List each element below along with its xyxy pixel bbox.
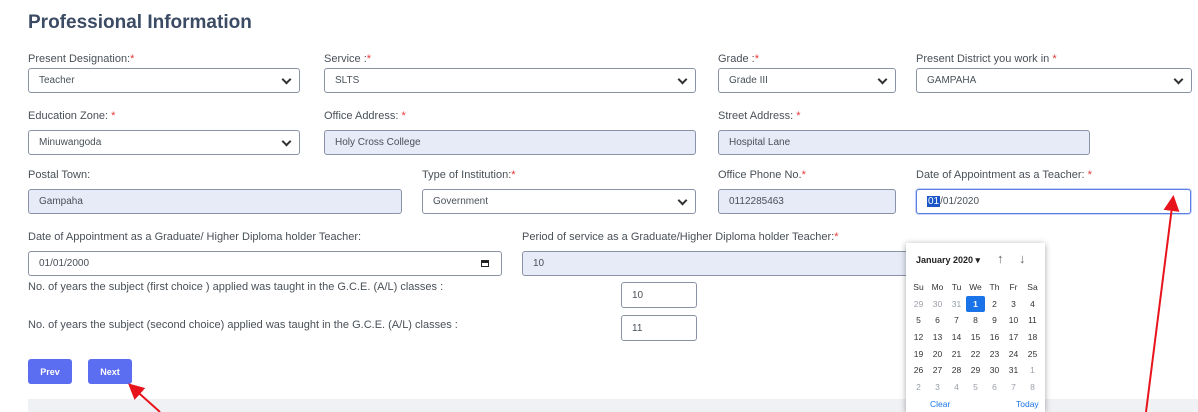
annotation-arrow-date	[1145, 195, 1180, 412]
annotation-arrows	[128, 195, 1180, 412]
annotation-arrow-next	[128, 383, 161, 412]
